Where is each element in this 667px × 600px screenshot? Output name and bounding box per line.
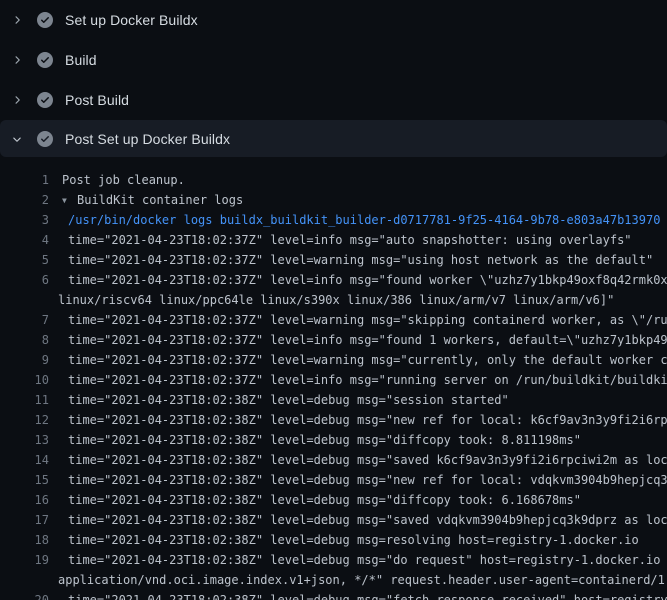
log-line-number[interactable]: 17 [0, 510, 49, 530]
check-circle-icon [37, 131, 53, 147]
log-line-text: ▼BuildKit container logs [49, 190, 243, 210]
log-line-text: time="2021-04-23T18:02:37Z" level=info m… [49, 330, 667, 350]
step-header-build[interactable]: Build [0, 40, 667, 80]
step-header-post-set-up-docker-buildx[interactable]: Post Set up Docker Buildx [0, 120, 667, 157]
log-line-text: application/vnd.oci.image.index.v1+json,… [49, 570, 667, 590]
chevron-right-icon[interactable] [9, 92, 25, 108]
log-line-number [0, 290, 49, 310]
log-line: 17 time="2021-04-23T18:02:38Z" level=deb… [0, 510, 667, 530]
chevron-right-icon[interactable] [9, 12, 25, 28]
step-label: Set up Docker Buildx [65, 12, 198, 28]
chevron-down-icon[interactable] [9, 131, 25, 147]
log-line: 19 time="2021-04-23T18:02:38Z" level=deb… [0, 550, 667, 570]
workflow-log-viewer: Set up Docker Buildx Build Post Build [0, 0, 667, 600]
log-line: 3 /usr/bin/docker logs buildx_buildkit_b… [0, 210, 667, 230]
log-line-text: time="2021-04-23T18:02:38Z" level=debug … [49, 430, 581, 450]
step-label: Post Build [65, 92, 129, 108]
check-circle-icon [37, 52, 53, 68]
log-line-number[interactable]: 20 [0, 590, 49, 600]
log-line: 6 time="2021-04-23T18:02:37Z" level=info… [0, 270, 667, 290]
log-line-text: time="2021-04-23T18:02:37Z" level=info m… [49, 270, 667, 290]
log-line: 12 time="2021-04-23T18:02:38Z" level=deb… [0, 410, 667, 430]
log-line-text: time="2021-04-23T18:02:38Z" level=debug … [49, 410, 667, 430]
check-circle-icon [37, 12, 53, 28]
log-line-text: time="2021-04-23T18:02:37Z" level=warnin… [49, 310, 667, 330]
log-line: 16 time="2021-04-23T18:02:38Z" level=deb… [0, 490, 667, 510]
log-line-number[interactable]: 2 [0, 190, 49, 210]
log-line-number[interactable]: 15 [0, 470, 49, 490]
log-line-number[interactable]: 9 [0, 350, 49, 370]
log-line-number[interactable]: 19 [0, 550, 49, 570]
log-line-text: time="2021-04-23T18:02:37Z" level=info m… [49, 230, 632, 250]
log-output: 1 Post job cleanup. 2 ▼BuildKit containe… [0, 157, 667, 600]
triangle-down-icon[interactable]: ▼ [62, 191, 77, 211]
log-line-text: linux/riscv64 linux/ppc64le linux/s390x … [49, 290, 614, 310]
log-line-text: time="2021-04-23T18:02:38Z" level=debug … [49, 450, 667, 470]
log-line: 15 time="2021-04-23T18:02:38Z" level=deb… [0, 470, 667, 490]
log-line-text: time="2021-04-23T18:02:38Z" level=debug … [49, 390, 509, 410]
log-line-text: time="2021-04-23T18:02:38Z" level=debug … [49, 510, 667, 530]
log-line-number[interactable]: 14 [0, 450, 49, 470]
log-line-text: /usr/bin/docker logs buildx_buildkit_bui… [49, 210, 660, 230]
log-line: 10 time="2021-04-23T18:02:37Z" level=inf… [0, 370, 667, 390]
log-line-text: time="2021-04-23T18:02:38Z" level=debug … [49, 490, 581, 510]
log-line-text: time="2021-04-23T18:02:37Z" level=info m… [49, 370, 667, 390]
log-line: 14 time="2021-04-23T18:02:38Z" level=deb… [0, 450, 667, 470]
step-header-post-build[interactable]: Post Build [0, 80, 667, 120]
log-line-number[interactable]: 16 [0, 490, 49, 510]
step-label: Build [65, 52, 97, 68]
log-line: application/vnd.oci.image.index.v1+json,… [0, 570, 667, 590]
log-line-text: time="2021-04-23T18:02:38Z" level=debug … [49, 590, 667, 600]
log-line: 20 time="2021-04-23T18:02:38Z" level=deb… [0, 590, 667, 600]
check-circle-icon [37, 92, 53, 108]
steps-list: Set up Docker Buildx Build Post Build [0, 0, 667, 157]
log-line-number[interactable]: 13 [0, 430, 49, 450]
log-line-text: time="2021-04-23T18:02:37Z" level=warnin… [49, 250, 653, 270]
log-line-text: time="2021-04-23T18:02:37Z" level=warnin… [49, 350, 667, 370]
log-line-text: time="2021-04-23T18:02:38Z" level=debug … [49, 530, 639, 550]
log-line: 1 Post job cleanup. [0, 170, 667, 190]
log-line-number[interactable]: 6 [0, 270, 49, 290]
log-line: 5 time="2021-04-23T18:02:37Z" level=warn… [0, 250, 667, 270]
log-line-number[interactable]: 1 [0, 170, 49, 190]
log-line-number[interactable]: 8 [0, 330, 49, 350]
chevron-right-icon[interactable] [9, 52, 25, 68]
log-line-number[interactable]: 10 [0, 370, 49, 390]
log-line-number[interactable]: 18 [0, 530, 49, 550]
log-line-number[interactable]: 11 [0, 390, 49, 410]
log-line: 18 time="2021-04-23T18:02:38Z" level=deb… [0, 530, 667, 550]
step-header-set-up-docker-buildx[interactable]: Set up Docker Buildx [0, 0, 667, 40]
log-line-number[interactable]: 12 [0, 410, 49, 430]
log-line-number[interactable]: 5 [0, 250, 49, 270]
log-line-number[interactable]: 7 [0, 310, 49, 330]
step-label: Post Set up Docker Buildx [65, 131, 230, 147]
log-line: 13 time="2021-04-23T18:02:38Z" level=deb… [0, 430, 667, 450]
log-line-text: time="2021-04-23T18:02:38Z" level=debug … [49, 550, 667, 570]
log-line: 8 time="2021-04-23T18:02:37Z" level=info… [0, 330, 667, 350]
log-line: 11 time="2021-04-23T18:02:38Z" level=deb… [0, 390, 667, 410]
log-line: 4 time="2021-04-23T18:02:37Z" level=info… [0, 230, 667, 250]
log-line: 2 ▼BuildKit container logs [0, 190, 667, 210]
log-line: 9 time="2021-04-23T18:02:37Z" level=warn… [0, 350, 667, 370]
log-line-number [0, 570, 49, 590]
log-line-number[interactable]: 3 [0, 210, 49, 230]
log-line-number[interactable]: 4 [0, 230, 49, 250]
log-line-text: Post job cleanup. [49, 170, 185, 190]
log-line-text: time="2021-04-23T18:02:38Z" level=debug … [49, 470, 667, 490]
log-line: 7 time="2021-04-23T18:02:37Z" level=warn… [0, 310, 667, 330]
log-group-label: BuildKit container logs [77, 193, 243, 207]
log-line: linux/riscv64 linux/ppc64le linux/s390x … [0, 290, 667, 310]
